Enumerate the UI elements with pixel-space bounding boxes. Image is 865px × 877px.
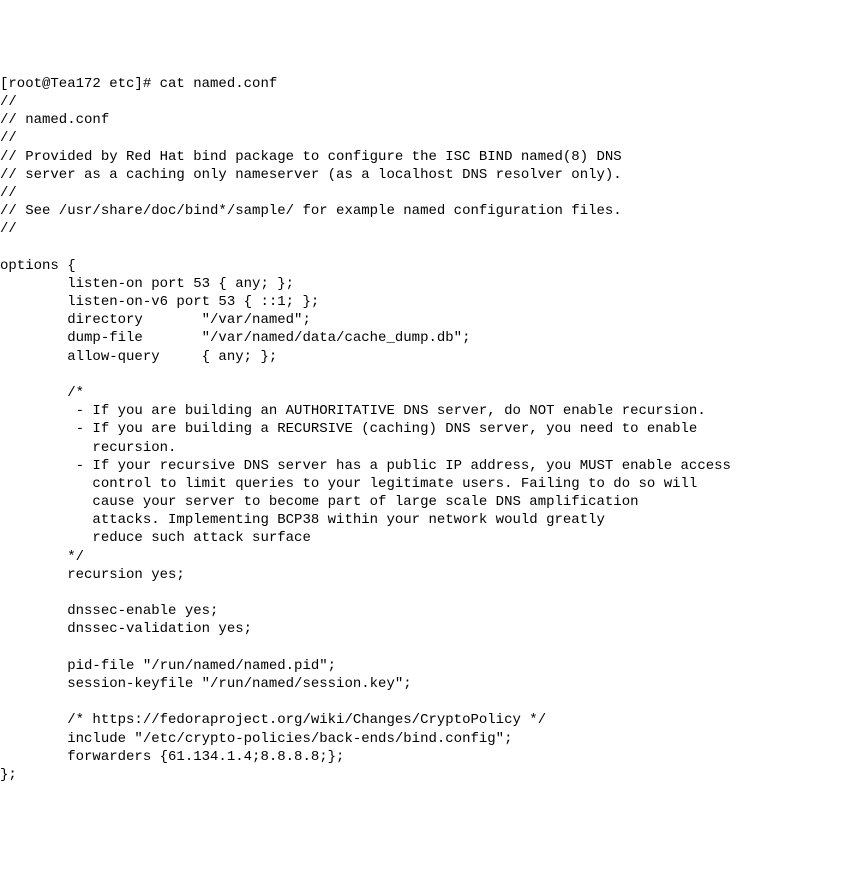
file-line: pid-file "/run/named/named.pid"; — [0, 658, 336, 674]
file-line: dnssec-enable yes; — [0, 603, 218, 619]
file-line: // — [0, 185, 17, 201]
file-line: directory "/var/named"; — [0, 312, 311, 328]
shell-prompt: [root@Tea172 etc]# cat named.conf — [0, 76, 277, 92]
file-line: /* — [0, 385, 84, 401]
file-line: reduce such attack surface — [0, 530, 311, 546]
file-line: listen-on port 53 { any; }; — [0, 276, 294, 292]
file-line: recursion. — [0, 440, 176, 456]
terminal-output: [root@Tea172 etc]# cat named.conf // // … — [0, 73, 865, 786]
file-line: dump-file "/var/named/data/cache_dump.db… — [0, 330, 470, 346]
file-line: control to limit queries to your legitim… — [0, 476, 697, 492]
file-line: // server as a caching only nameserver (… — [0, 167, 622, 183]
file-line: // Provided by Red Hat bind package to c… — [0, 149, 622, 165]
file-line: }; — [0, 767, 17, 783]
file-line: dnssec-validation yes; — [0, 621, 252, 637]
file-line: // — [0, 130, 17, 146]
file-line: // — [0, 221, 17, 237]
file-line: */ — [0, 549, 84, 565]
file-line: - If you are building an AUTHORITATIVE D… — [0, 403, 706, 419]
file-line: include "/etc/crypto-policies/back-ends/… — [0, 731, 512, 747]
file-line: // — [0, 94, 17, 110]
file-line: cause your server to become part of larg… — [0, 494, 639, 510]
file-line: recursion yes; — [0, 567, 185, 583]
file-line: forwarders {61.134.1.4;8.8.8.8;}; — [0, 749, 344, 765]
file-line: session-keyfile "/run/named/session.key"… — [0, 676, 412, 692]
file-line: // See /usr/share/doc/bind*/sample/ for … — [0, 203, 622, 219]
file-line: - If your recursive DNS server has a pub… — [0, 458, 731, 474]
file-line: listen-on-v6 port 53 { ::1; }; — [0, 294, 319, 310]
file-line: options { — [0, 258, 76, 274]
file-line: attacks. Implementing BCP38 within your … — [0, 512, 605, 528]
file-line: allow-query { any; }; — [0, 349, 277, 365]
file-line: // named.conf — [0, 112, 109, 128]
file-line: /* https://fedoraproject.org/wiki/Change… — [0, 712, 546, 728]
file-line: - If you are building a RECURSIVE (cachi… — [0, 421, 697, 437]
